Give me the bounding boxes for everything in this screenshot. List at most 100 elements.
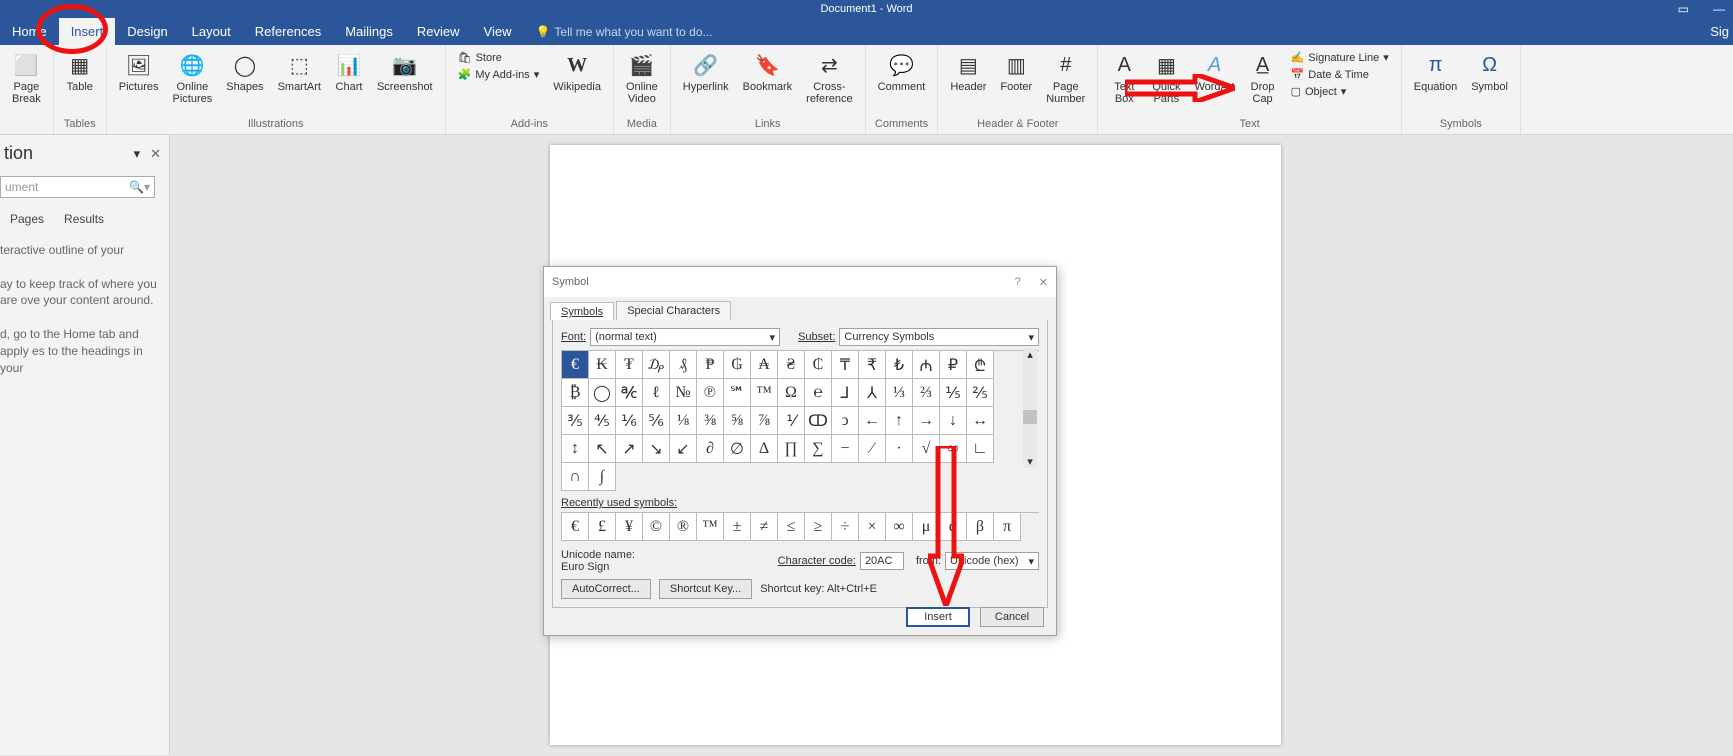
symbol-cell[interactable]: ₯: [643, 351, 670, 379]
symbol-cell[interactable]: №: [670, 379, 697, 407]
recent-symbol-cell[interactable]: ±: [724, 513, 751, 541]
tell-me-box[interactable]: 💡 Tell me what you want to do...: [535, 25, 712, 45]
recent-symbol-cell[interactable]: β: [967, 513, 994, 541]
recent-symbol-cell[interactable]: ™: [697, 513, 724, 541]
recent-symbol-cell[interactable]: ®: [670, 513, 697, 541]
symbol-cell[interactable]: →: [913, 407, 940, 435]
char-code-field[interactable]: 20AC: [860, 552, 904, 570]
bookmark-button[interactable]: 🔖Bookmark: [737, 49, 799, 95]
smartart-button[interactable]: ⬚SmartArt: [272, 49, 327, 95]
online-pictures-button[interactable]: 🌐Online Pictures: [167, 49, 219, 107]
hyperlink-button[interactable]: 🔗Hyperlink: [677, 49, 735, 95]
symbol-cell[interactable]: ∙: [886, 435, 913, 463]
tab-view[interactable]: View: [472, 18, 524, 45]
minimize-icon[interactable]: —: [1713, 0, 1725, 18]
symbol-cell[interactable]: ∆: [751, 435, 778, 463]
symbol-cell[interactable]: ⅗: [562, 407, 589, 435]
pictures-button[interactable]: 🖼Pictures: [113, 49, 165, 95]
symbol-cell[interactable]: ∑: [805, 435, 832, 463]
symbol-cell[interactable]: ↀ: [805, 407, 832, 435]
chart-button[interactable]: 📊Chart: [329, 49, 369, 95]
footer-button[interactable]: ▥Footer: [994, 49, 1038, 95]
symbol-cell[interactable]: ⅚: [643, 407, 670, 435]
symbol-grid-scrollbar[interactable]: ▴ ▾: [1023, 348, 1037, 468]
recent-symbol-cell[interactable]: ≥: [805, 513, 832, 541]
symbol-cell[interactable]: ◯: [589, 379, 616, 407]
nav-tab-pages[interactable]: Pages: [10, 212, 44, 226]
recent-symbol-cell[interactable]: α: [940, 513, 967, 541]
insert-button[interactable]: Insert: [906, 607, 970, 627]
tab-home[interactable]: Home: [0, 18, 59, 45]
symbol-cell[interactable]: ⅟: [778, 407, 805, 435]
symbol-cell[interactable]: ∕: [859, 435, 886, 463]
subset-select[interactable]: Currency Symbols▾: [839, 328, 1039, 346]
symbol-cell[interactable]: √: [913, 435, 940, 463]
recent-symbol-cell[interactable]: ∞: [886, 513, 913, 541]
header-button[interactable]: ▤Header: [944, 49, 992, 95]
symbol-cell[interactable]: €: [562, 351, 589, 379]
symbol-cell[interactable]: ₱: [697, 351, 724, 379]
font-select[interactable]: (normal text)▾: [590, 328, 780, 346]
symbol-cell[interactable]: ↗: [616, 435, 643, 463]
symbol-cell[interactable]: ⅙: [616, 407, 643, 435]
symbol-cell[interactable]: ∩: [562, 463, 589, 491]
screenshot-button[interactable]: 📷Screenshot: [371, 49, 439, 95]
comment-button[interactable]: 💬Comment: [872, 49, 932, 95]
my-addins-button[interactable]: 🧩My Add-ins▾: [458, 68, 540, 81]
page-number-button[interactable]: #Page Number: [1040, 49, 1091, 107]
symbol-cell[interactable]: ₮: [616, 351, 643, 379]
symbol-cell[interactable]: ₲: [724, 351, 751, 379]
cross-reference-button[interactable]: ⇄Cross- reference: [800, 49, 858, 107]
signature-line-button[interactable]: ✍Signature Line▾: [1291, 51, 1389, 64]
tab-layout[interactable]: Layout: [180, 18, 243, 45]
recent-symbol-cell[interactable]: ¥: [616, 513, 643, 541]
symbol-cell[interactable]: ℠: [724, 379, 751, 407]
symbol-cell[interactable]: ↄ: [832, 407, 859, 435]
symbol-cell[interactable]: ₴: [778, 351, 805, 379]
symbol-cell[interactable]: ⅛: [670, 407, 697, 435]
recent-symbol-cell[interactable]: £: [589, 513, 616, 541]
dialog-tab-symbols[interactable]: Symbols: [550, 302, 614, 321]
symbol-cell[interactable]: ↔: [967, 407, 994, 435]
symbol-cell[interactable]: ∫: [589, 463, 616, 491]
symbol-cell[interactable]: ∂: [697, 435, 724, 463]
symbol-cell[interactable]: ∏: [778, 435, 805, 463]
equation-button[interactable]: πEquation: [1408, 49, 1463, 95]
object-button[interactable]: ▢Object▾: [1291, 85, 1389, 98]
sign-in[interactable]: Sig: [1710, 24, 1729, 39]
symbol-cell[interactable]: ⅜: [697, 407, 724, 435]
shapes-button[interactable]: ◯Shapes: [220, 49, 269, 95]
recent-symbol-cell[interactable]: ÷: [832, 513, 859, 541]
symbol-cell[interactable]: ⅄: [859, 379, 886, 407]
symbol-cell[interactable]: ₾: [967, 351, 994, 379]
recent-symbol-cell[interactable]: ©: [643, 513, 670, 541]
symbol-cell[interactable]: Ω: [778, 379, 805, 407]
symbol-cell[interactable]: ₼: [913, 351, 940, 379]
recent-symbol-cell[interactable]: μ: [913, 513, 940, 541]
cancel-button[interactable]: Cancel: [980, 607, 1044, 627]
nav-close-icon[interactable]: ✕: [150, 146, 161, 162]
date-time-button[interactable]: 📅Date & Time: [1291, 68, 1389, 81]
symbol-cell[interactable]: ↖: [589, 435, 616, 463]
symbol-cell[interactable]: ⅞: [751, 407, 778, 435]
symbol-cell[interactable]: ↑: [886, 407, 913, 435]
recent-symbol-cell[interactable]: ≠: [751, 513, 778, 541]
dialog-tab-special-characters[interactable]: Special Characters: [616, 301, 731, 320]
symbol-cell[interactable]: ℀: [616, 379, 643, 407]
recent-symbol-cell[interactable]: €: [562, 513, 589, 541]
symbol-cell[interactable]: ₿: [562, 379, 589, 407]
tab-references[interactable]: References: [243, 18, 333, 45]
symbol-cell[interactable]: ₳: [751, 351, 778, 379]
symbol-cell[interactable]: ₭: [589, 351, 616, 379]
nav-dropdown-icon[interactable]: ▾: [134, 146, 141, 162]
store-button[interactable]: 🛍Store: [458, 51, 540, 64]
symbol-cell[interactable]: ⅝: [724, 407, 751, 435]
symbol-cell[interactable]: −: [832, 435, 859, 463]
from-select[interactable]: Unicode (hex)▾: [945, 552, 1039, 570]
recent-symbol-cell[interactable]: π: [994, 513, 1021, 541]
symbol-cell[interactable]: ₽: [940, 351, 967, 379]
symbol-cell[interactable]: ∟: [967, 435, 994, 463]
autocorrect-button[interactable]: AutoCorrect...: [561, 579, 651, 599]
symbol-cell[interactable]: ↘: [643, 435, 670, 463]
symbol-cell[interactable]: ⅕: [940, 379, 967, 407]
